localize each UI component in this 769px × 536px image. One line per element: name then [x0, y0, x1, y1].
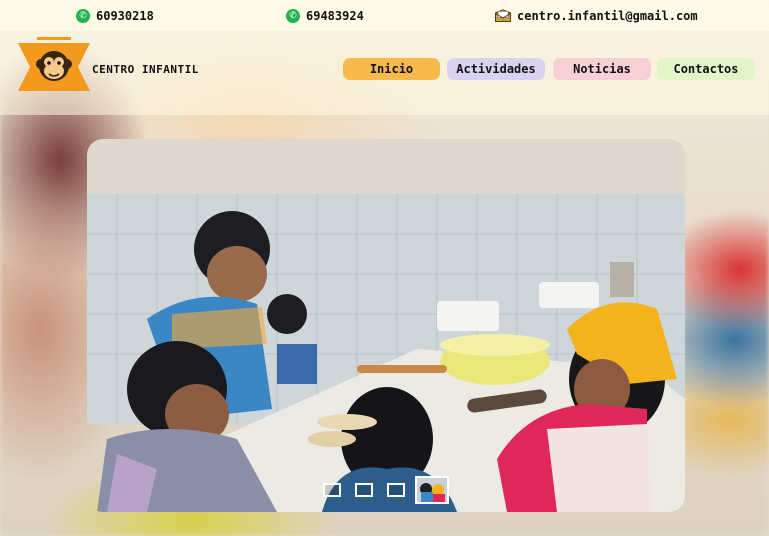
whatsapp-icon: ✆: [286, 8, 300, 23]
image-slider[interactable]: [87, 139, 685, 512]
nav-label: Contactos: [673, 62, 739, 76]
nav-inicio-button[interactable]: Inicio: [343, 58, 440, 80]
phone-contact-2[interactable]: ✆ 69483924: [286, 7, 364, 24]
email-contact[interactable]: centro.infantil@gmail.com: [495, 7, 698, 24]
nav-label: Noticias: [573, 62, 631, 76]
whatsapp-icon: ✆: [76, 8, 90, 23]
brand-name[interactable]: CENTRO INFANTIL: [92, 63, 199, 76]
slide-indicator[interactable]: [355, 483, 373, 497]
nav-actividades-button[interactable]: Actividades: [447, 58, 545, 80]
phone-number-1: 60930218: [96, 8, 154, 23]
monkey-logo-icon[interactable]: [18, 37, 90, 93]
slide-indicator[interactable]: [323, 483, 341, 497]
slide-photo: [87, 139, 685, 512]
mail-icon: [495, 9, 511, 22]
nav-contactos-button[interactable]: Contactos: [657, 58, 755, 80]
nav-noticias-button[interactable]: Noticias: [553, 58, 651, 80]
phone-number-2: 69483924: [306, 8, 364, 23]
contact-bar: ✆ 60930218 ✆ 69483924 centro.infantil@gm…: [0, 0, 769, 31]
nav-label: Inicio: [369, 62, 414, 76]
email-address: centro.infantil@gmail.com: [517, 8, 698, 23]
slide-thumbnail-active[interactable]: [415, 476, 449, 504]
slider-indicators: [323, 476, 449, 504]
thumbnail-image: [417, 478, 447, 502]
slide-indicator[interactable]: [387, 483, 405, 497]
phone-contact-1[interactable]: ✆ 60930218: [76, 7, 154, 24]
nav-label: Actividades: [456, 62, 536, 76]
